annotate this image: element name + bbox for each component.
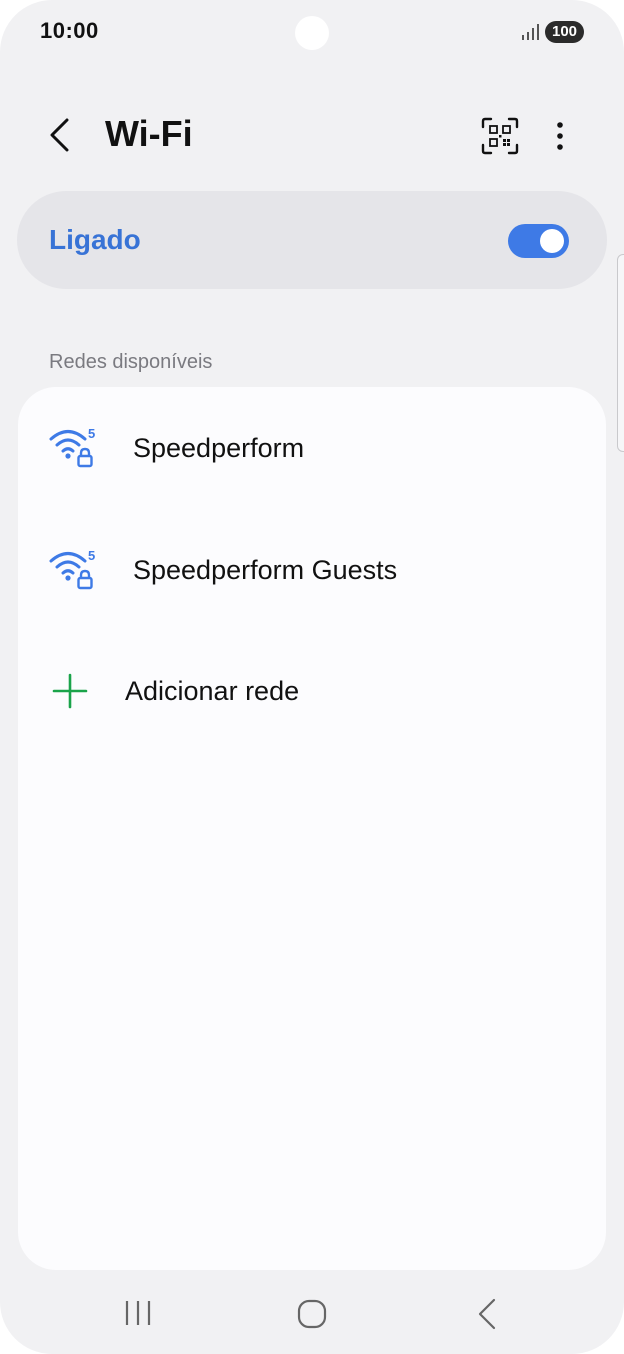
home-icon[interactable]	[296, 1298, 328, 1330]
svg-text:5: 5	[88, 426, 95, 441]
back-arrow-icon[interactable]	[38, 112, 84, 158]
scroll-indicator[interactable]	[617, 254, 624, 452]
network-name: Speedperform Guests	[133, 555, 398, 585]
qr-code-scan-icon[interactable]	[480, 116, 520, 156]
wifi-5ghz-locked-icon: 5	[49, 426, 95, 468]
back-icon[interactable]	[474, 1297, 500, 1331]
phone-screen: 10:00 100 Wi-Fi Ligado Redes disponíveis…	[0, 0, 624, 1354]
svg-text:5: 5	[88, 548, 95, 563]
section-header: Redes disponíveis	[49, 351, 213, 373]
recents-icon[interactable]	[122, 1298, 154, 1328]
wifi-toggle-label: Ligado	[49, 224, 141, 255]
front-camera	[295, 16, 329, 50]
page-title: Wi-Fi	[105, 113, 193, 154]
status-time: 10:00	[40, 18, 99, 43]
network-item[interactable]: 5 Speedperform Guests	[18, 515, 606, 625]
wifi-toggle-row[interactable]: Ligado	[17, 191, 607, 289]
switch-knob	[540, 229, 564, 253]
wifi-switch[interactable]	[508, 224, 569, 258]
network-item[interactable]: 5 Speedperform	[18, 393, 606, 503]
more-options-icon[interactable]	[545, 116, 575, 156]
wifi-5ghz-locked-icon: 5	[49, 548, 95, 590]
plus-icon	[52, 673, 88, 709]
network-name: Speedperform	[133, 433, 305, 463]
signal-icon	[522, 24, 539, 40]
add-network-button[interactable]: Adicionar rede	[18, 636, 606, 746]
network-list: 5 Speedperform 5 Speedperform Guests Adi…	[18, 387, 606, 1270]
add-network-label: Adicionar rede	[125, 676, 300, 706]
battery-level: 100	[545, 21, 584, 43]
